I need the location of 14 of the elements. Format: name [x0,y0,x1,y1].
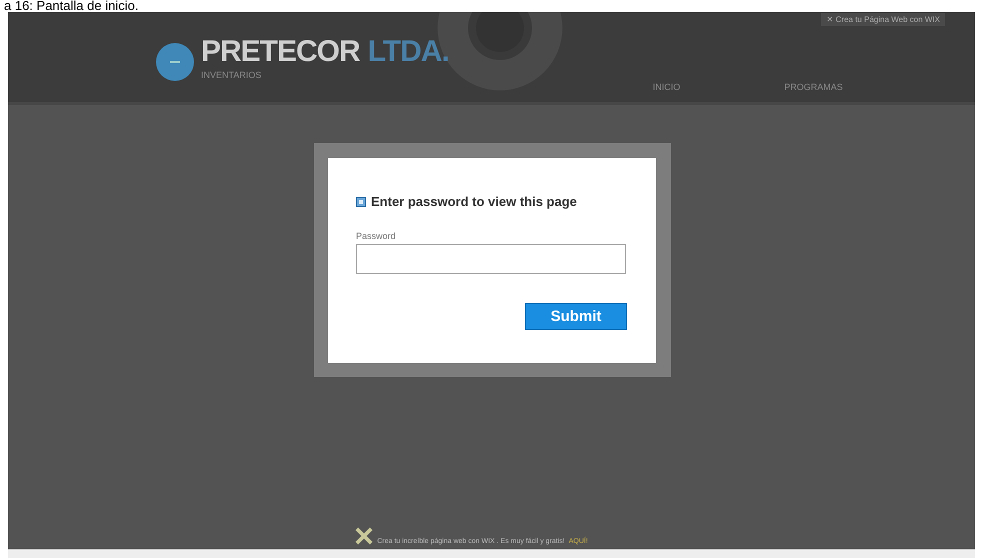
nav-link[interactable]: PROGRAMAS [784,82,843,92]
field-label: Password [356,231,397,241]
figure-caption: a 16: Pantalla de inicio. [3,0,140,12]
logo-title: PRETECOR [201,35,360,68]
submit-button[interactable]: Submit [525,303,627,330]
logo-suffix: LTDA. [368,35,449,68]
lock-icon [356,196,366,206]
promo-link[interactable]: ✕ Crea tu Página Web con WIX [821,13,945,26]
nav-link[interactable]: INVENTARIOS [201,70,449,80]
logo-icon [155,42,195,82]
nav-link[interactable]: INICIO [652,82,680,92]
password-field[interactable] [356,244,626,274]
dialog-title: Enter password to view this page [371,194,577,209]
x-logo-icon [355,527,374,545]
